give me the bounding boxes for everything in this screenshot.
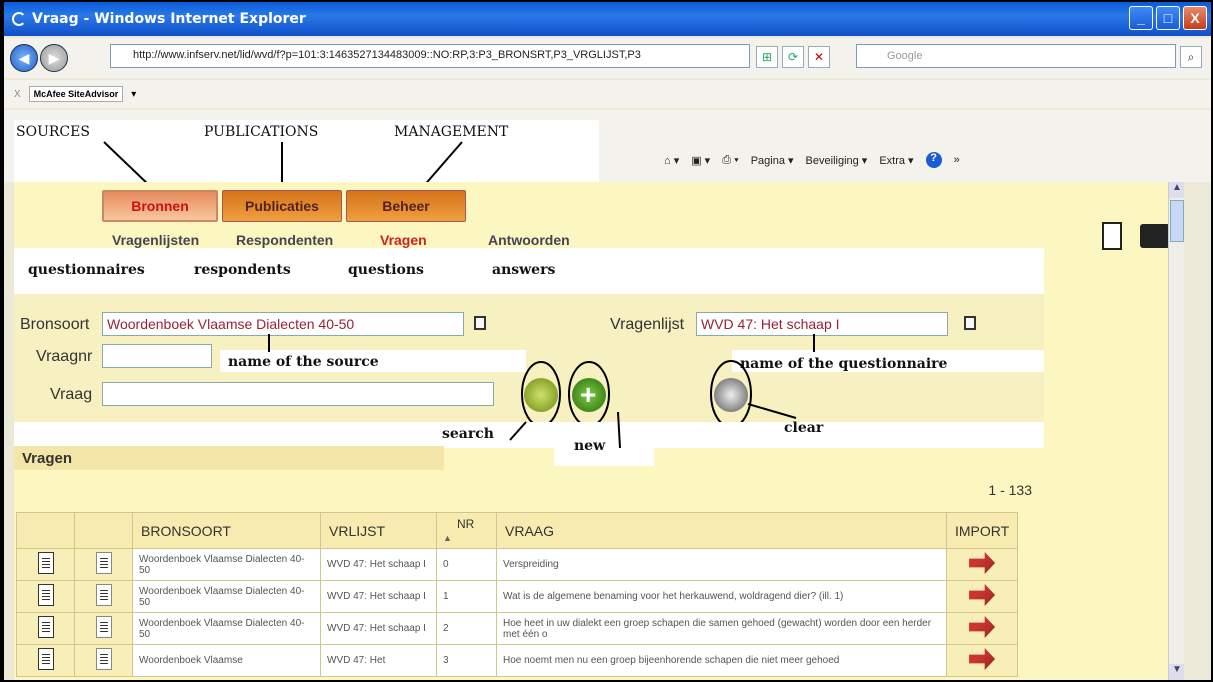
tab-publicaties[interactable]: Publicaties — [222, 190, 342, 222]
subnav-vragen[interactable]: Vragen — [380, 232, 427, 248]
cell-vraag: Verspreiding — [496, 548, 947, 581]
cell-vraag: Wat is de algemene benaming voor het her… — [496, 580, 947, 613]
cell-bronsoort: Woordenboek Vlaamse Dialecten 40-50 — [132, 548, 321, 581]
app-content: Bronnen Publicaties Beheer Vragenlijsten… — [14, 182, 1044, 680]
cell-vraag: Hoe noemt men nu een groep bijeenhorende… — [496, 644, 947, 677]
view-icon[interactable] — [74, 612, 133, 645]
search-icon[interactable]: ⌕ — [1180, 46, 1202, 68]
edit-icon[interactable] — [16, 548, 75, 581]
mcafee-toolbar: X McAfee SiteAdvisor ▾ — [4, 80, 1211, 108]
browser-window: Vraag - Windows Internet Explorer _ □ X … — [4, 2, 1211, 680]
security-menu[interactable]: Beveiliging ▾ — [806, 154, 868, 167]
maximize-button[interactable]: □ — [1156, 6, 1180, 30]
forward-button[interactable]: ▶ — [40, 44, 68, 72]
refresh-icon[interactable]: ⟳ — [782, 46, 804, 68]
right-sidebar — [1044, 182, 1184, 680]
cell-nr: 3 — [436, 644, 497, 677]
print-icon[interactable]: ⎙ ▾ — [722, 154, 738, 167]
subnav-vragenlijsten[interactable]: Vragenlijsten — [112, 232, 199, 248]
cell-bronsoort: Woordenboek Vlaamse Dialecten 40-50 — [132, 612, 321, 645]
logout-icon[interactable] — [1102, 222, 1122, 250]
view-icon[interactable] — [74, 644, 133, 677]
page-menu[interactable]: Pagina ▾ — [751, 154, 794, 167]
annotation-questionnaires: questionnaires — [28, 262, 145, 278]
url-input[interactable]: http://www.infserv.net/lid/wvd/f?p=101:3… — [110, 44, 750, 68]
cell-vraag: Hoe heet in uw dialekt een groep schapen… — [496, 612, 947, 645]
cell-nr: 0 — [436, 548, 497, 581]
import-icon[interactable] — [945, 580, 1019, 613]
close-button[interactable]: X — [1183, 6, 1207, 30]
url-text: http://www.infserv.net/lid/wvd/f?p=101:3… — [133, 49, 641, 61]
tab-beheer[interactable]: Beheer — [346, 190, 466, 222]
extra-menu[interactable]: Extra ▾ — [879, 154, 913, 167]
subnav-respondenten[interactable]: Respondenten — [236, 232, 333, 248]
window-title: Vraag - Windows Internet Explorer — [32, 11, 306, 27]
cell-nr: 2 — [436, 612, 497, 645]
col-nr[interactable]: NR ▲ — [436, 512, 497, 549]
cell-vrlijst: WVD 47: Het — [320, 644, 437, 677]
table-header: BRONSOORT VRLIJST NR ▲ VRAAG IMPORT — [16, 512, 1019, 549]
mcafee-button[interactable]: McAfee SiteAdvisor — [28, 86, 124, 102]
annotation-management: MANAGEMENT — [394, 124, 509, 140]
col-edit — [16, 512, 75, 549]
col-bronsoort[interactable]: BRONSOORT — [132, 512, 321, 549]
search-input[interactable]: Google — [856, 44, 1176, 68]
title-bar: Vraag - Windows Internet Explorer _ □ X — [4, 2, 1211, 36]
scrollbar[interactable]: ▲ ▼ — [1168, 182, 1184, 680]
annotation-respondents: respondents — [194, 262, 291, 278]
feeds-icon[interactable]: ▣ ▾ — [691, 154, 710, 167]
cell-bronsoort: Woordenboek Vlaamse Dialecten 40-50 — [132, 580, 321, 613]
compat-icon[interactable]: ⊞ — [756, 46, 778, 68]
table-row: Woordenboek Vlaamse Dialecten 40-50 WVD … — [16, 612, 1019, 645]
home-icon[interactable]: ⌂ ▾ — [664, 154, 679, 167]
web-page: Bronnen Publicaties Beheer Vragenlijsten… — [14, 182, 1184, 680]
results-region: 1 - 133 BRONSOORT VRLIJST NR ▲ VRAAG IMP… — [14, 470, 1044, 680]
col-nr-label: NR — [457, 517, 475, 531]
import-icon[interactable] — [945, 644, 1019, 677]
cell-vrlijst: WVD 47: Het schaap I — [320, 612, 437, 645]
table-row: Woordenboek Vlaamse Dialecten 40-50 WVD … — [16, 580, 1019, 613]
chevron-down-icon[interactable]: ▾ — [131, 89, 136, 100]
table-row: Woordenboek Vlaamse WVD 47: Het 3 Hoe no… — [16, 644, 1019, 677]
minimize-button[interactable]: _ — [1129, 6, 1153, 30]
scroll-down-icon[interactable]: ▼ — [1169, 664, 1184, 680]
scroll-up-icon[interactable]: ▲ — [1169, 182, 1184, 198]
cell-vrlijst: WVD 47: Het schaap I — [320, 580, 437, 613]
address-bar: ◀ ▶ http://www.infserv.net/lid/wvd/f?p=1… — [4, 38, 1211, 78]
view-icon[interactable] — [74, 580, 133, 613]
toolbar-close[interactable]: X — [14, 89, 21, 100]
more-chevron[interactable]: » — [954, 154, 960, 166]
subnav-antwoorden[interactable]: Antwoorden — [488, 232, 570, 248]
results-title: Vragen — [14, 446, 444, 470]
edit-icon[interactable] — [16, 612, 75, 645]
import-icon[interactable] — [945, 612, 1019, 645]
scroll-thumb[interactable] — [1170, 200, 1184, 242]
command-bar: ⌂ ▾ ▣ ▾ ⎙ ▾ Pagina ▾ Beveiliging ▾ Extra… — [664, 152, 960, 168]
edit-icon[interactable] — [16, 644, 75, 677]
print-page-icon[interactable] — [1140, 224, 1170, 248]
annotation-questions: questions — [348, 262, 424, 278]
annotation-sources: SOURCES — [16, 124, 90, 140]
import-icon[interactable] — [945, 548, 1019, 581]
tab-bronnen[interactable]: Bronnen — [102, 190, 218, 222]
help-icon[interactable]: ? — [925, 152, 942, 168]
col-view — [74, 512, 133, 549]
back-button[interactable]: ◀ — [10, 44, 38, 72]
col-vraag[interactable]: VRAAG — [496, 512, 947, 549]
col-import: IMPORT — [945, 512, 1019, 549]
ie-logo-icon — [12, 12, 26, 26]
cell-vrlijst: WVD 47: Het schaap I — [320, 548, 437, 581]
sort-asc-icon: ▲ — [443, 533, 452, 543]
col-vrlijst[interactable]: VRLIJST — [320, 512, 437, 549]
results-table: BRONSOORT VRLIJST NR ▲ VRAAG IMPORT Woor… — [16, 512, 1019, 677]
cell-nr: 1 — [436, 580, 497, 613]
edit-icon[interactable] — [16, 580, 75, 613]
annotation-answers: answers — [492, 262, 556, 278]
stop-icon[interactable]: ✕ — [808, 46, 830, 68]
annotation-publications: PUBLICATIONS — [204, 124, 319, 140]
view-icon[interactable] — [74, 548, 133, 581]
result-count: 1 - 133 — [988, 482, 1032, 498]
table-row: Woordenboek Vlaamse Dialecten 40-50 WVD … — [16, 548, 1019, 581]
cell-bronsoort: Woordenboek Vlaamse — [132, 644, 321, 677]
